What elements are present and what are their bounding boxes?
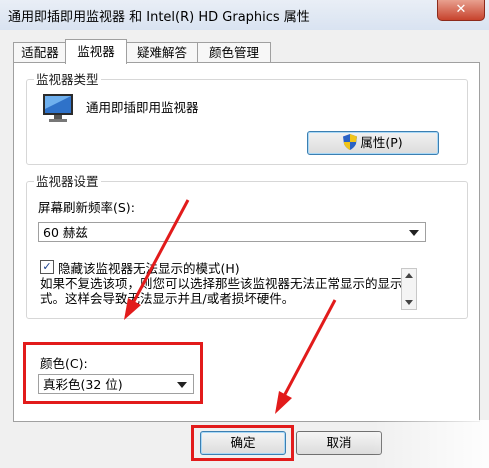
- properties-button-label: 属性(P): [360, 135, 403, 150]
- display-properties-window: 通用即插即用监视器 和 Intel(R) HD Graphics 属性 ✕ 适配…: [0, 0, 489, 468]
- monitor-settings-heading: 监视器设置: [34, 171, 101, 190]
- watermark-haze: [372, 420, 489, 468]
- tab-monitor[interactable]: 监视器: [65, 39, 127, 64]
- color-highlight-box: [23, 342, 203, 404]
- scroll-down-icon[interactable]: [405, 300, 413, 305]
- hide-modes-label: 隐藏该监视器无法显示的模式(H): [58, 261, 240, 276]
- description-scrollbar[interactable]: [401, 268, 417, 310]
- chevron-down-icon: [409, 230, 419, 236]
- cancel-button[interactable]: 取消: [296, 431, 382, 455]
- uac-shield-icon: [343, 134, 358, 150]
- scroll-up-icon[interactable]: [405, 273, 413, 278]
- monitor-icon: [43, 94, 73, 122]
- refresh-rate-select[interactable]: 60 赫兹: [38, 222, 426, 242]
- ok-highlight-box: [191, 425, 294, 461]
- tab-adapter[interactable]: 适配器: [13, 42, 67, 63]
- hide-modes-checkbox[interactable]: ✓: [40, 260, 54, 274]
- refresh-rate-value: 60 赫兹: [43, 225, 88, 240]
- hide-modes-description: 如果不复选该项，则您可以选择那些该监视器无法正常显示的显示模式。这样会导致无法显…: [40, 276, 416, 306]
- tab-color-management[interactable]: 颜色管理: [197, 42, 271, 63]
- monitor-type-heading: 监视器类型: [34, 69, 101, 88]
- window-title: 通用即插即用监视器 和 Intel(R) HD Graphics 属性: [8, 10, 310, 25]
- title-bar[interactable]: 通用即插即用监视器 和 Intel(R) HD Graphics 属性 ✕: [0, 0, 489, 30]
- tab-troubleshoot[interactable]: 疑难解答: [125, 42, 199, 63]
- close-button[interactable]: ✕: [437, 0, 485, 21]
- properties-button[interactable]: 属性(P): [307, 131, 439, 155]
- refresh-rate-label: 屏幕刷新频率(S):: [38, 200, 135, 215]
- monitor-name: 通用即插即用监视器: [86, 100, 199, 115]
